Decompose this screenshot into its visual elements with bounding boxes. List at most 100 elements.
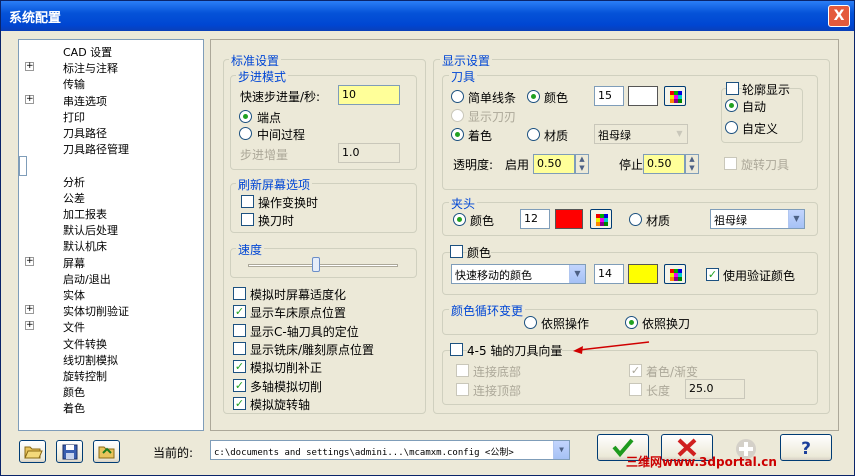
palette-icon-cell bbox=[678, 99, 682, 103]
sim-option-checkbox[interactable]: ✓ bbox=[233, 305, 246, 319]
expand-icon[interactable]: + bbox=[25, 305, 34, 315]
stop-spinner[interactable]: ▲ ▼ bbox=[685, 154, 699, 174]
tool-color-label: 颜色 bbox=[544, 91, 569, 105]
mid-process-radio[interactable] bbox=[239, 127, 252, 140]
refresh-title: 刷新屏幕选项 bbox=[236, 176, 313, 193]
mid-process-label: 中间过程 bbox=[257, 128, 306, 142]
verify-color-label: 使用验证颜色 bbox=[723, 269, 796, 283]
sim-option-label: 显示C-轴刀具的定位 bbox=[250, 324, 359, 339]
tree-item-label: 刀具路径 bbox=[63, 127, 107, 140]
tree-item-label: 公差 bbox=[63, 191, 85, 205]
tree-item-label: 加工报表 bbox=[63, 208, 107, 221]
rapid-color-select[interactable]: 快速移动的颜色 ▼ bbox=[451, 264, 586, 284]
shade-gradient-checkbox[interactable]: ✓ bbox=[629, 364, 642, 377]
rapid-color-value: 快速移动的颜色 bbox=[455, 269, 532, 282]
category-tree[interactable]: CAD 设置 + 标注与注释传输 + 串连选项打印刀具路径刀具路径管理刀具路径模拟分析公… bbox=[18, 39, 204, 431]
speed-track[interactable] bbox=[248, 264, 398, 267]
tree-item-label: 着色 bbox=[63, 402, 85, 416]
outline-custom-radio[interactable] bbox=[725, 121, 738, 134]
axis-vector-checkbox[interactable] bbox=[450, 343, 463, 356]
sim-option-checkbox[interactable]: ✓ bbox=[233, 378, 246, 392]
tree-item-label: 实体 bbox=[63, 289, 85, 302]
op-change-checkbox[interactable] bbox=[241, 195, 254, 208]
by-op-radio[interactable] bbox=[524, 316, 537, 329]
tool-color-number[interactable]: 15 bbox=[594, 86, 624, 106]
connect-top-checkbox[interactable] bbox=[456, 383, 469, 396]
rapid-color-swatch bbox=[628, 264, 658, 284]
enable-label: 启用 bbox=[505, 158, 530, 172]
holder-material-radio[interactable] bbox=[629, 213, 642, 226]
outline-auto-radio[interactable] bbox=[725, 99, 738, 112]
endpoint-radio[interactable] bbox=[239, 110, 252, 123]
enable-spinner[interactable]: ▲ ▼ bbox=[575, 154, 589, 174]
step-inc-input[interactable]: 1.0 bbox=[338, 143, 400, 163]
connect-bottom-label: 连接底部 bbox=[473, 365, 522, 379]
rapid-color-picker-button[interactable] bbox=[664, 264, 686, 284]
current-label: 当前的: bbox=[153, 446, 194, 460]
expand-icon[interactable]: + bbox=[25, 256, 34, 266]
holder-color-radio[interactable] bbox=[453, 213, 466, 226]
config-file-select[interactable]: c:\documents and settings\admini...\mcam… bbox=[210, 440, 570, 460]
length-input[interactable]: 25.0 bbox=[685, 379, 745, 399]
sim-option-label: 显示车床原点位置 bbox=[250, 306, 347, 321]
tree-item-label: 文件 bbox=[63, 321, 85, 335]
transparency-label: 透明度: bbox=[453, 158, 494, 172]
show-tool-radio[interactable] bbox=[451, 109, 464, 122]
length-checkbox[interactable] bbox=[629, 383, 642, 396]
tree-item-label: 启动/退出 bbox=[63, 272, 111, 286]
holder-color-label: 颜色 bbox=[470, 214, 495, 228]
sim-option-checkbox[interactable] bbox=[233, 341, 246, 355]
tool-color-radio[interactable] bbox=[527, 90, 540, 103]
help-button[interactable]: ? bbox=[780, 434, 832, 461]
rotate-tool-label: 旋转刀具 bbox=[741, 158, 790, 172]
tool-change-checkbox[interactable] bbox=[241, 213, 254, 226]
close-button[interactable]: X bbox=[828, 5, 850, 27]
tree-item-label: 打印 bbox=[63, 110, 85, 124]
connect-top-label: 连接顶部 bbox=[473, 384, 522, 398]
outline-checkbox[interactable] bbox=[726, 82, 739, 95]
tree-item-label: 标注与注释 bbox=[63, 62, 118, 76]
color-group-label: 颜色 bbox=[467, 244, 492, 261]
save-button[interactable] bbox=[56, 440, 83, 463]
chevron-down-icon: ▼ bbox=[569, 265, 585, 283]
connect-bottom-checkbox[interactable] bbox=[456, 364, 469, 377]
palette-icon-cell bbox=[604, 222, 608, 226]
sim-option-checkbox[interactable] bbox=[233, 287, 246, 300]
red-arrow-annotation bbox=[573, 341, 650, 354]
speed-slider-thumb[interactable] bbox=[311, 257, 320, 272]
shade-radio[interactable] bbox=[451, 128, 464, 141]
tool-material-radio[interactable] bbox=[527, 128, 540, 141]
sim-option-checkbox[interactable]: ✓ bbox=[233, 360, 246, 374]
open-button[interactable] bbox=[19, 440, 46, 463]
verify-color-checkbox[interactable]: ✓ bbox=[706, 268, 719, 281]
expand-icon[interactable]: + bbox=[25, 62, 34, 72]
sim-option-checkbox[interactable] bbox=[233, 323, 246, 337]
holder-color-swatch bbox=[555, 209, 583, 229]
tree-item[interactable]: 刀具路径模拟 bbox=[19, 156, 27, 177]
tree-item-label: 旋转控制 bbox=[63, 370, 107, 383]
sim-option-checkbox[interactable]: ✓ bbox=[233, 396, 246, 410]
merge-button[interactable] bbox=[93, 440, 120, 463]
chevron-down-icon: ▼ bbox=[671, 125, 687, 143]
outline-custom-label: 自定义 bbox=[742, 122, 779, 136]
color-checkbox[interactable] bbox=[450, 245, 463, 258]
title-bar[interactable]: 系统配置 X bbox=[1, 1, 854, 31]
expand-icon[interactable]: + bbox=[25, 321, 34, 331]
by-tool-radio[interactable] bbox=[625, 316, 638, 329]
expand-icon[interactable]: + bbox=[25, 94, 34, 104]
enable-value-input[interactable]: 0.50 bbox=[533, 154, 575, 174]
config-file-path: c:\documents and settings\admini...\mcam… bbox=[214, 448, 514, 458]
holder-material-select[interactable]: 祖母绿 ▼ bbox=[710, 209, 805, 229]
holder-color-picker-button[interactable] bbox=[590, 209, 612, 229]
tree-item-label: CAD 设置 bbox=[63, 46, 113, 59]
tree-item-label: 默认后处理 bbox=[63, 224, 118, 238]
holder-color-number[interactable]: 12 bbox=[520, 209, 550, 229]
step-qty-input[interactable]: 10 bbox=[338, 85, 400, 105]
step-qty-label: 快速步进量/秒: bbox=[240, 90, 321, 104]
tool-material-select[interactable]: 祖母绿 ▼ bbox=[594, 124, 688, 144]
rotate-tool-checkbox[interactable] bbox=[724, 157, 737, 170]
stop-value-input[interactable]: 0.50 bbox=[643, 154, 685, 174]
rapid-color-number[interactable]: 14 bbox=[594, 264, 624, 284]
simple-line-radio[interactable] bbox=[451, 90, 464, 103]
tool-color-picker-button[interactable] bbox=[664, 86, 686, 106]
